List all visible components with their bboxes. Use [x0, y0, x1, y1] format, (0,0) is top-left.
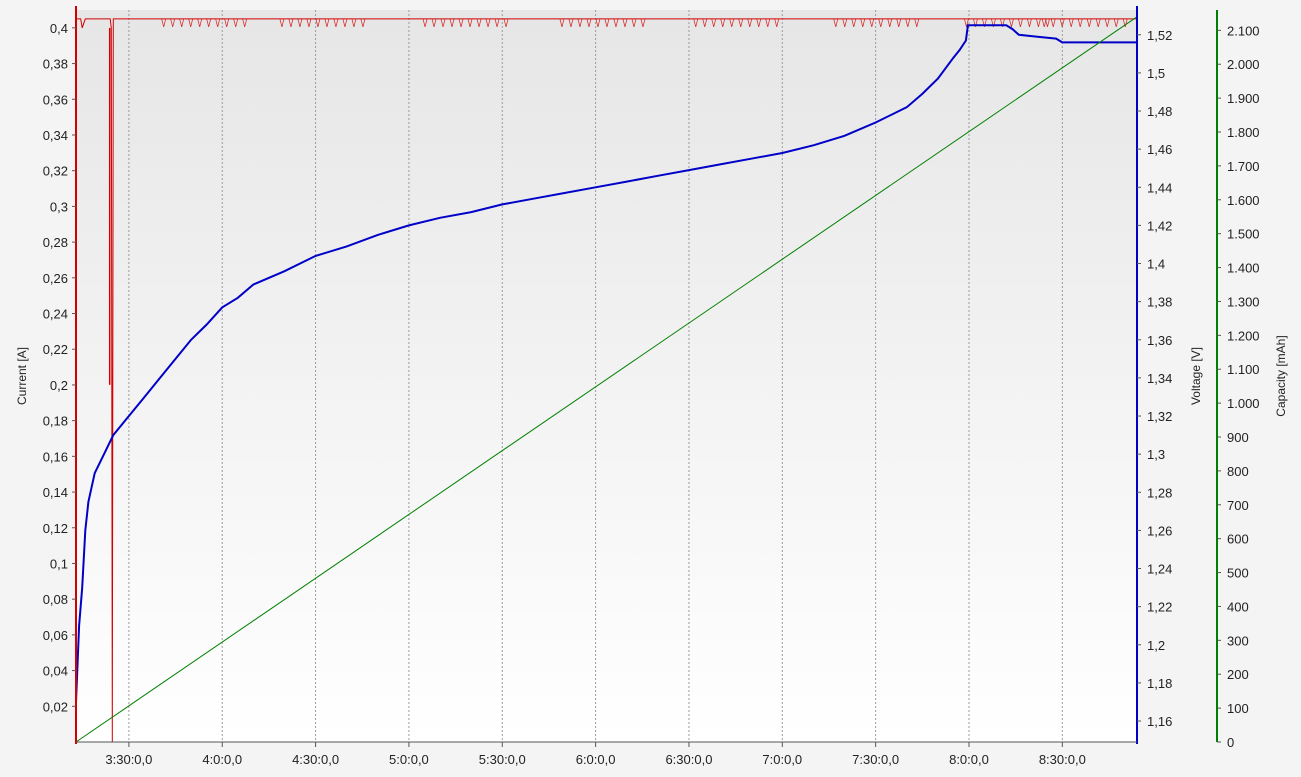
voltage-tick-label: 1,16	[1147, 714, 1172, 729]
current-tick-label: 0,26	[43, 271, 68, 286]
voltage-tick-label: 1,42	[1147, 218, 1172, 233]
x-tick-label: 5:30:0,0	[479, 752, 526, 767]
voltage-tick-label: 1,28	[1147, 485, 1172, 500]
capacity-tick-label: 400	[1227, 599, 1249, 614]
current-tick-label: 0,2	[50, 378, 68, 393]
voltage-tick-label: 1,38	[1147, 295, 1172, 310]
voltage-tick-label: 1,4	[1147, 257, 1165, 272]
capacity-tick-label: 2.100	[1227, 23, 1260, 38]
voltage-tick-label: 1,44	[1147, 180, 1172, 195]
voltage-tick-label: 1,3	[1147, 447, 1165, 462]
current-tick-label: 0,24	[43, 307, 68, 322]
capacity-tick-label: 1.600	[1227, 193, 1260, 208]
voltage-tick-label: 1,18	[1147, 676, 1172, 691]
current-tick-label: 0,22	[43, 342, 68, 357]
capacity-tick-label: 1.500	[1227, 227, 1260, 242]
current-tick-label: 0,4	[50, 21, 68, 36]
capacity-tick-label: 1.100	[1227, 362, 1260, 377]
capacity-tick-label: 800	[1227, 464, 1249, 479]
capacity-tick-label: 100	[1227, 701, 1249, 716]
capacity-tick-label: 1.300	[1227, 294, 1260, 309]
capacity-tick-label: 1.900	[1227, 91, 1260, 106]
voltage-tick-label: 1,46	[1147, 142, 1172, 157]
current-tick-label: 0,16	[43, 449, 68, 464]
x-tick-label: 7:30:0,0	[852, 752, 899, 767]
voltage-tick-label: 1,22	[1147, 600, 1172, 615]
current-tick-label: 0,3	[50, 199, 68, 214]
capacity-tick-label: 300	[1227, 633, 1249, 648]
capacity-tick-label: 500	[1227, 566, 1249, 581]
voltage-tick-label: 1,26	[1147, 523, 1172, 538]
voltage-axis-title: Voltage [V]	[1189, 347, 1203, 405]
current-tick-label: 0,34	[43, 128, 68, 143]
plot-area	[76, 10, 1137, 742]
voltage-tick-label: 1,52	[1147, 28, 1172, 43]
x-tick-label: 8:30:0,0	[1039, 752, 1086, 767]
current-tick-label: 0,32	[43, 164, 68, 179]
capacity-tick-label: 600	[1227, 532, 1249, 547]
voltage-tick-label: 1,36	[1147, 333, 1172, 348]
capacity-tick-label: 1.400	[1227, 261, 1260, 276]
capacity-tick-label: 0	[1227, 735, 1234, 750]
current-tick-label: 0,12	[43, 521, 68, 536]
x-tick-label: 6:0:0,0	[576, 752, 616, 767]
current-tick-label: 0,18	[43, 414, 68, 429]
current-tick-label: 0,36	[43, 92, 68, 107]
voltage-tick-label: 1,5	[1147, 66, 1165, 81]
voltage-tick-label: 1,24	[1147, 562, 1172, 577]
voltage-tick-label: 1,2	[1147, 638, 1165, 653]
capacity-tick-label: 2.000	[1227, 57, 1260, 72]
capacity-tick-label: 200	[1227, 667, 1249, 682]
capacity-tick-label: 1.700	[1227, 159, 1260, 174]
capacity-tick-label: 700	[1227, 498, 1249, 513]
current-tick-label: 0,08	[43, 592, 68, 607]
capacity-axis-title: Capacity [mAh]	[1274, 335, 1288, 416]
capacity-tick-label: 1.200	[1227, 328, 1260, 343]
x-tick-label: 5:0:0,0	[389, 752, 429, 767]
voltage-tick-label: 1,48	[1147, 104, 1172, 119]
x-tick-label: 6:30:0,0	[665, 752, 712, 767]
current-tick-label: 0,06	[43, 628, 68, 643]
capacity-tick-label: 900	[1227, 430, 1249, 445]
capacity-tick-label: 1.800	[1227, 125, 1260, 140]
current-tick-label: 0,04	[43, 664, 68, 679]
current-tick-label: 0,38	[43, 57, 68, 72]
capacity-tick-label: 1.000	[1227, 396, 1260, 411]
x-tick-label: 8:0:0,0	[949, 752, 989, 767]
current-tick-label: 0,14	[43, 485, 68, 500]
x-tick-label: 7:0:0,0	[762, 752, 802, 767]
x-tick-label: 4:0:0,0	[202, 752, 242, 767]
x-tick-label: 4:30:0,0	[292, 752, 339, 767]
chart-root: 3:30:0,0 4:0:0,0 4:30:0,0 5:0:0,0 5:30:0,0 6:…	[15, 6, 1288, 767]
x-tick-label: 3:30:0,0	[105, 752, 152, 767]
voltage-tick-label: 1,32	[1147, 409, 1172, 424]
current-axis-title: Current [A]	[15, 347, 29, 405]
current-tick-label: 0,02	[43, 699, 68, 714]
current-tick-label: 0,28	[43, 235, 68, 250]
voltage-tick-label: 1,34	[1147, 371, 1172, 386]
current-tick-label: 0,1	[50, 556, 68, 571]
